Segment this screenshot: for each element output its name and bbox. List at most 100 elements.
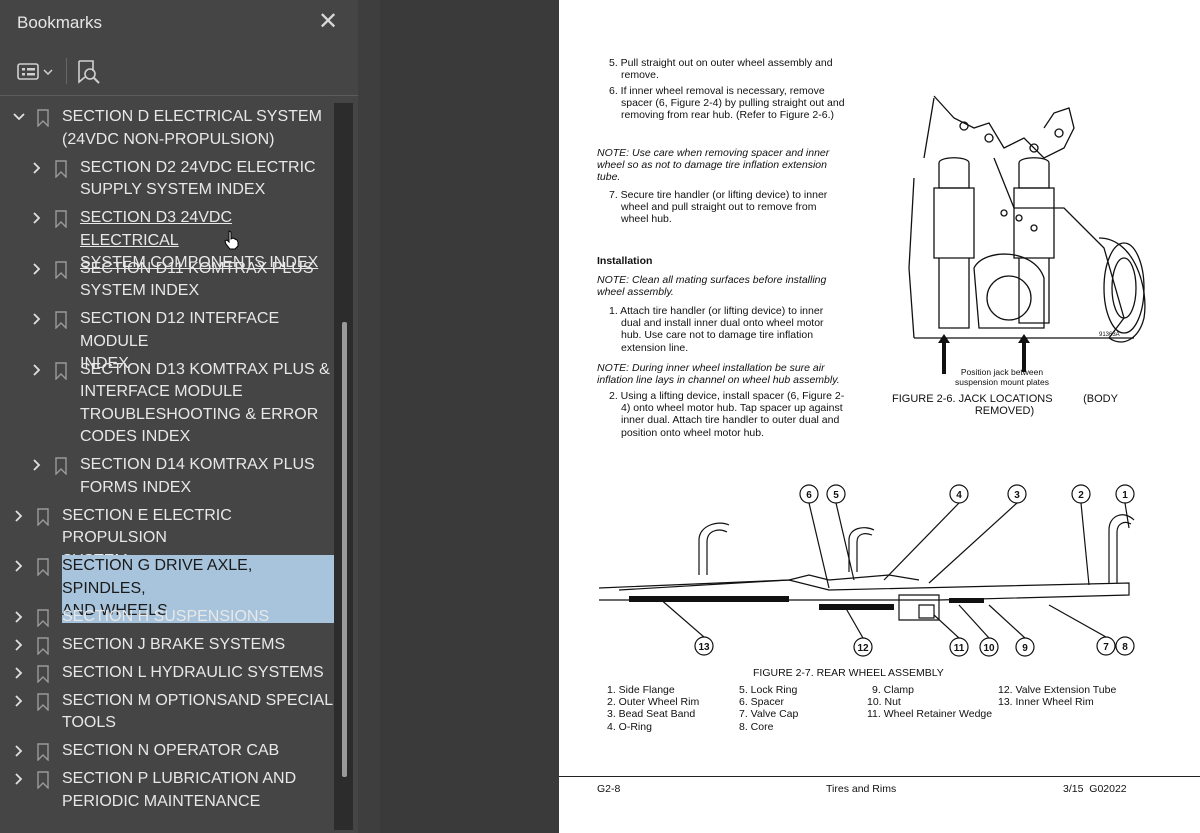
mouse-cursor-icon <box>224 230 240 250</box>
bookmark-label-line: SECTION D11 KOMTRAX PLUS <box>80 259 314 277</box>
legend-item: 7. Valve Cap <box>739 708 799 721</box>
chevron-right-icon[interactable] <box>12 771 26 787</box>
legend-item: 8. Core <box>739 720 774 733</box>
step-7: 7. Secure tire handler (or lifting devic… <box>609 189 845 226</box>
bookmark-item[interactable]: SECTION N OPERATOR CAB <box>0 740 334 763</box>
chevron-right-icon[interactable] <box>30 457 44 473</box>
bookmark-icon <box>54 361 68 381</box>
legend-item: 5. Lock Ring <box>739 684 798 696</box>
chevron-right-icon[interactable] <box>12 609 26 625</box>
bookmark-item[interactable]: SECTION D3 24VDC ELECTRICAL SYSTEM COMPON… <box>0 207 334 271</box>
legend-item: 6. Spacer <box>739 696 784 709</box>
legend-item: 3. Bead Seat Band <box>607 708 696 721</box>
text-line: wheel and pull straight out to remove fr… <box>621 201 817 214</box>
bookmark-item[interactable]: SECTION G DRIVE AXLE, SPINDLES, AND WHEEL… <box>0 555 334 623</box>
find-bookmark-icon[interactable] <box>76 58 102 86</box>
bookmark-label-line: TOOLS <box>62 714 116 731</box>
footer-page-number: G2-8 <box>597 783 621 795</box>
bookmark-label-line: FORMS INDEX <box>80 478 192 496</box>
chevron-down-icon[interactable] <box>12 109 26 125</box>
legend-item: 10. Nut <box>867 696 901 709</box>
text-line: inner dual. Attach tire handler to outer… <box>621 414 840 427</box>
document-page: 5. Pull straight out on outer wheel asse… <box>559 0 1200 833</box>
bookmark-item[interactable]: SECTION L HYDRAULIC SYSTEMS <box>0 662 334 685</box>
bookmark-icon <box>36 507 50 527</box>
chevron-right-icon[interactable] <box>30 160 44 176</box>
jack-position-callout: Position jack between suspension mount p… <box>937 367 1067 387</box>
bookmark-label: SECTION D ELECTRICAL SYSTEM (24VDC NON-PR… <box>62 106 322 151</box>
chevron-right-icon[interactable] <box>12 637 26 653</box>
bookmark-label-line: SECTION N OPERATOR CAB <box>62 742 280 759</box>
callout-12: 12 <box>857 643 869 654</box>
bookmark-item[interactable]: SECTION D ELECTRICAL SYSTEM (24VDC NON-PR… <box>0 106 334 151</box>
text-line: tube. <box>597 171 621 184</box>
install-step-2: 2. Using a lifting device, install space… <box>609 390 845 439</box>
text-line: REMOVED) <box>974 405 1035 418</box>
chevron-right-icon[interactable] <box>12 508 26 524</box>
bookmark-label: SECTION D14 KOMTRAX PLUS FORMS INDEX <box>80 454 315 499</box>
callout-7: 7 <box>1103 642 1109 653</box>
bookmark-item[interactable]: SECTION E ELECTRIC PROPULSIONSYSTEM <box>0 505 334 569</box>
bookmark-label: SECTION N OPERATOR CAB <box>62 740 279 763</box>
legend-column-3: 9. Clamp 10. Nut 11. Wheel Retainer Wedg… <box>867 684 1007 721</box>
bookmark-item[interactable]: SECTION D12 INTERFACE MODULE INDEX <box>0 308 334 372</box>
bookmark-label-line: SECTION D2 24VDC ELECTRIC <box>80 158 316 176</box>
bookmark-icon <box>36 692 50 712</box>
bookmark-label: SECTION D2 24VDC ELECTRIC SUPPLY SYSTEM I… <box>80 157 316 202</box>
text-line: 2. Using a lifting device, install space… <box>609 390 845 402</box>
panel-divider[interactable] <box>358 0 730 833</box>
text-line: FIGURE 2-6. JACK LOCATIONS (BODY <box>892 393 1118 405</box>
bookmark-label-line: PERIODIC MAINTENANCE <box>62 792 261 810</box>
bookmark-label: SECTION M OPTIONSAND SPECIAL TOOLS <box>62 690 333 735</box>
bookmark-label-line: TROUBLESHOOTING & ERROR <box>80 405 319 423</box>
callout-10: 10 <box>983 643 995 654</box>
bookmark-label-line: (24VDC NON-PROPULSION) <box>62 130 275 148</box>
chevron-right-icon[interactable] <box>12 693 26 709</box>
callout-2: 2 <box>1078 490 1084 501</box>
bookmarks-header: Bookmarks ✕ <box>0 0 358 48</box>
chevron-right-icon[interactable] <box>12 558 26 574</box>
text-line: Position jack between <box>960 367 1044 377</box>
bookmark-icon <box>54 260 68 280</box>
chevron-right-icon[interactable] <box>30 210 44 226</box>
bookmark-item[interactable]: SECTION D14 KOMTRAX PLUS FORMS INDEX <box>0 454 334 499</box>
text-line: extension line. <box>621 341 689 354</box>
bookmark-label-line: SECTION D3 24VDC ELECTRICAL <box>80 209 233 249</box>
text-line: wheel so as not to damage tire inflation… <box>597 159 827 172</box>
bookmark-icon <box>36 636 50 656</box>
text-line: dual and install inner dual onto wheel m… <box>621 317 824 330</box>
chevron-right-icon[interactable] <box>12 665 26 681</box>
chevron-right-icon[interactable] <box>30 362 44 378</box>
footer-section-title: Tires and Rims <box>826 783 897 795</box>
toolbar-separator <box>66 58 67 84</box>
legend-item: 13. Inner Wheel Rim <box>998 696 1094 709</box>
bookmark-item[interactable]: SECTION P LUBRICATION AND PERIODIC MAINTE… <box>0 768 334 813</box>
legend-item: 1. Side Flange <box>607 684 675 696</box>
bookmark-label-line: SECTION D13 KOMTRAX PLUS & <box>80 360 330 378</box>
close-icon[interactable]: ✕ <box>316 8 340 36</box>
chevron-right-icon[interactable] <box>12 743 26 759</box>
bookmark-label-line: SECTION J BRAKE SYSTEMS <box>62 635 286 653</box>
callout-1: 1 <box>1122 490 1128 501</box>
bookmarks-scrollbar-thumb[interactable] <box>342 322 347 777</box>
jack-locations-illustration: 91363A <box>908 95 1146 374</box>
chevron-right-icon[interactable] <box>30 261 44 277</box>
bookmark-item[interactable]: SECTION H SUSPENSIONS <box>0 606 334 629</box>
bookmark-label: SECTION H SUSPENSIONS <box>62 606 269 629</box>
bookmark-item[interactable]: SECTION M OPTIONSAND SPECIAL TOOLS <box>0 690 334 735</box>
bookmark-item[interactable]: SECTION D11 KOMTRAX PLUS SYSTEM INDEX <box>0 258 334 303</box>
text-line: wheel assembly. <box>597 286 674 299</box>
bookmark-label-line: SECTION P LUBRICATION AND <box>62 770 297 787</box>
bookmark-icon <box>54 457 68 476</box>
text-line: position onto wheel motor hub. <box>621 426 765 439</box>
bookmark-options-icon[interactable] <box>16 60 56 84</box>
bookmark-item[interactable]: SECTION D2 24VDC ELECTRIC SUPPLY SYSTEM I… <box>0 157 334 202</box>
chevron-right-icon[interactable] <box>30 311 44 327</box>
bookmark-icon <box>36 608 50 628</box>
text-line: NOTE: Use care when removing spacer and … <box>597 147 830 159</box>
bookmark-item[interactable]: SECTION D13 KOMTRAX PLUS & INTERFACE MODU… <box>0 359 334 449</box>
bookmark-item[interactable]: SECTION J BRAKE SYSTEMS <box>0 634 334 657</box>
callout-5: 5 <box>833 490 839 501</box>
bookmark-icon <box>54 311 68 330</box>
bookmark-label-line: SECTION D12 INTERFACE MODULE <box>80 310 280 350</box>
